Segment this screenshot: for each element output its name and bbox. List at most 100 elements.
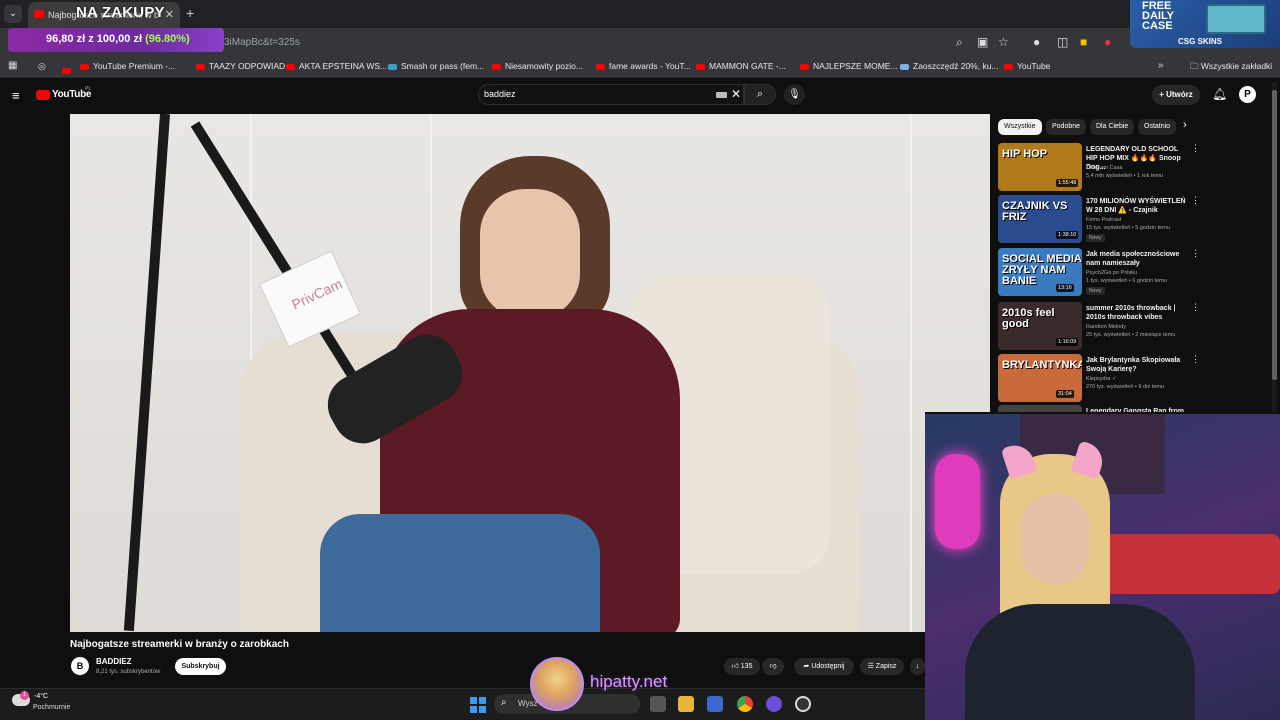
apps-grid-icon[interactable]: ▦	[8, 60, 17, 71]
bookmark-item[interactable]: fame awards - YouT...	[596, 61, 691, 71]
video-title[interactable]: 170 MILIONÓW WYŚWIETLEŃ W 28 DNI ⚠️ - Cz…	[1086, 197, 1186, 215]
download-button[interactable]: ↓	[910, 658, 925, 675]
create-button[interactable]: + Utwórz	[1152, 85, 1200, 105]
more-options-icon[interactable]: ⋮	[1191, 195, 1200, 206]
address-bar-url: 3iMapBc&t=325s	[224, 37, 300, 48]
task-view-icon[interactable]	[650, 696, 666, 712]
tab-search-button[interactable]: ⌄	[4, 5, 22, 23]
address-bar[interactable]	[200, 3, 1020, 25]
more-options-icon[interactable]: ⋮	[1191, 354, 1200, 365]
video-title[interactable]: Jak media społecznościowe nam namieszały	[1086, 250, 1186, 268]
recommended-video[interactable]: SOCIAL MEDIA ZRYŁY NAM BANIE 13:16 Jak med…	[998, 248, 1268, 298]
channel-name[interactable]: Random Melody	[1086, 324, 1126, 330]
keyboard-icon[interactable]	[716, 92, 727, 98]
search-button[interactable]: ⌕	[744, 84, 776, 105]
more-options-icon[interactable]: ⋮	[1191, 302, 1200, 313]
hamburger-menu-icon[interactable]: ≡	[12, 88, 20, 103]
share-button[interactable]: ➦ Udostępnij	[794, 658, 854, 675]
filter-chip[interactable]: Podobne	[1046, 119, 1087, 135]
tag-icon	[900, 63, 909, 70]
video-thumbnail[interactable]: BRYLANTYNKA 31:04	[998, 354, 1082, 402]
voice-search-icon[interactable]: 🎙	[784, 84, 805, 105]
channel-name[interactable]: BADDIEZ	[96, 657, 132, 666]
filter-chip[interactable]: Dla Ciebie	[1090, 119, 1135, 135]
more-options-icon[interactable]: ⋮	[1191, 248, 1200, 259]
video-title[interactable]: summer 2010s throwback | 2010s throwback…	[1086, 304, 1186, 322]
more-options-icon[interactable]: ⋮	[1191, 143, 1200, 154]
thumbnail-text: SOCIAL MEDIA ZRYŁY NAM BANIE	[1002, 253, 1082, 287]
recommended-video[interactable]: Legendary Gangsta Rap from	[998, 405, 1268, 412]
bookmarks-overflow-icon[interactable]: »	[1158, 60, 1164, 71]
file-explorer-icon[interactable]	[678, 696, 694, 712]
video-meta: 1 tys. wyświetleń • 6 godzin temu	[1086, 278, 1167, 284]
steam-icon[interactable]	[795, 696, 811, 712]
weather-condition[interactable]: Pochmurnie	[33, 704, 70, 711]
filter-chip[interactable]: Ostatnio	[1138, 119, 1177, 135]
channel-name[interactable]: Fomo Podcast	[1086, 217, 1121, 223]
new-tab-icon[interactable]: +	[186, 5, 194, 21]
save-button[interactable]: ☰ Zapisz	[860, 658, 904, 675]
streamer-logo	[530, 657, 584, 711]
extension-icon[interactable]: ●	[1104, 35, 1111, 49]
bookmark-item[interactable]: Smash or pass (fem...	[388, 61, 484, 71]
extension-icon[interactable]: ◫	[1057, 35, 1068, 49]
weather-temperature[interactable]: -4°C	[34, 693, 48, 700]
cast-icon[interactable]: ▣	[977, 35, 988, 49]
video-thumbnail[interactable]: 2010s feel good 1:16:09	[998, 302, 1082, 350]
video-thumbnail[interactable]: HIP HOP 1:55:48	[998, 143, 1082, 191]
windows-start-icon[interactable]	[470, 697, 486, 713]
bookmark-label: TAAZY ODPOWIAD...	[209, 61, 293, 71]
bookmark-item[interactable]: YouTube	[1004, 61, 1050, 71]
search-icon: ⌕	[501, 697, 507, 708]
bookmark-star-icon[interactable]: ☆	[998, 35, 1009, 49]
chrome-icon[interactable]	[737, 696, 753, 712]
account-avatar[interactable]: P	[1239, 86, 1256, 103]
streamer-website: hipatty.net	[590, 672, 668, 691]
video-thumbnail[interactable]: SOCIAL MEDIA ZRYŁY NAM BANIE 13:16	[998, 248, 1082, 296]
youtube-logo-icon[interactable]	[36, 90, 50, 100]
windows-taskbar	[0, 688, 925, 720]
video-duration: 13:16	[1056, 284, 1074, 292]
chevron-right-icon[interactable]: ›	[1183, 119, 1187, 131]
video-thumbnail[interactable]	[998, 405, 1082, 412]
youtube-icon	[492, 63, 501, 70]
bookmark-item[interactable]: Zaoszczędź 20%, ku...	[900, 61, 999, 71]
bookmark-item[interactable]: NAJLEPSZE MOME...	[800, 61, 898, 71]
recommended-video[interactable]: BRYLANTYNKA 31:04 Jak Brylantynka Skopiowa…	[998, 354, 1268, 404]
bookmark-item[interactable]: TAAZY ODPOWIAD...	[196, 61, 292, 71]
person-jeans	[320, 514, 600, 632]
bookmark-item[interactable]: MAMMON GATE -...	[696, 61, 786, 71]
search-input[interactable]	[478, 84, 744, 105]
filter-chip[interactable]: Wszystkie	[998, 119, 1042, 135]
extension-icon[interactable]: ●	[1033, 35, 1040, 49]
recommended-video[interactable]: 2010s feel good 1:16:09 summer 2010s throw…	[998, 302, 1268, 352]
channel-name[interactable]: Deus em Casa	[1086, 165, 1122, 171]
dislike-button[interactable]: 👎︎	[762, 658, 784, 675]
bookmark-icon[interactable]: ◎	[38, 61, 46, 72]
like-button[interactable]: 👍︎ 135	[724, 658, 760, 675]
store-icon[interactable]	[707, 696, 723, 712]
all-bookmarks-folder[interactable]: 🗀 Wszystkie zakładki	[1190, 61, 1272, 75]
notifications-bell-icon[interactable]: 🔔︎	[1212, 87, 1227, 101]
video-thumbnail[interactable]: CZAJNIK VS FRIZ 1:38:10	[998, 195, 1082, 243]
video-meta: 270 tys. wyświetleń • 9 dni temu	[1086, 384, 1165, 390]
extension-icon[interactable]: ■	[1080, 35, 1087, 49]
bookmark-item[interactable]: Niesamowity pozio...	[492, 61, 583, 71]
app-icon[interactable]	[766, 696, 782, 712]
bookmark-item[interactable]: AKTA EPSTEINA WS...	[286, 61, 387, 71]
youtube-icon	[286, 63, 295, 70]
video-title[interactable]: Jak Brylantynka Skopiowała Swoją Karierę…	[1086, 356, 1186, 374]
zoom-icon[interactable]: ⌕	[956, 35, 963, 50]
video-player[interactable]: PrivCam	[70, 114, 990, 632]
recommended-video[interactable]: HIP HOP 1:55:48 LEGENDARY OLD SCHOOL HIP H…	[998, 143, 1268, 193]
channel-avatar[interactable]: B	[71, 657, 89, 675]
subscribe-button[interactable]: Subskrybuj	[175, 658, 226, 675]
bookmark-youtube[interactable]	[62, 61, 71, 79]
close-tab-icon[interactable]: ✕	[165, 8, 174, 21]
bookmark-item[interactable]: YouTube Premium -...	[80, 61, 175, 71]
scrollbar-thumb[interactable]	[1272, 90, 1277, 380]
clear-search-icon[interactable]: ✕	[731, 87, 741, 101]
recommended-video[interactable]: CZAJNIK VS FRIZ 1:38:10 170 MILIONÓW WYŚWI…	[998, 195, 1268, 245]
channel-name[interactable]: Psych2Go po Polsku	[1086, 270, 1137, 276]
channel-name[interactable]: Klepsydra ✓	[1086, 376, 1117, 382]
